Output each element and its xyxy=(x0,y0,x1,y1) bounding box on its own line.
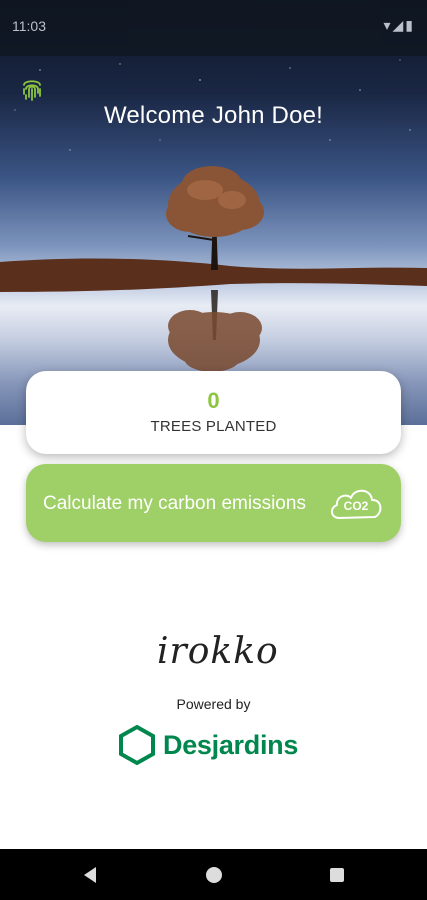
trees-planted-count: 0 xyxy=(207,388,220,413)
home-circle-icon[interactable] xyxy=(202,863,226,887)
calculate-carbon-button[interactable]: Calculate my carbon emissions CO2 xyxy=(26,464,401,542)
desjardins-logo-text: Desjardins xyxy=(163,730,299,760)
irokko-logo-text: irokko xyxy=(157,631,279,672)
calculate-carbon-label: Calculate my carbon emissions xyxy=(43,493,306,514)
hero-landscape-image xyxy=(0,59,427,372)
recents-square-icon[interactable] xyxy=(325,863,349,887)
hero-banner xyxy=(0,0,427,425)
desjardins-hexagon-icon xyxy=(119,724,155,766)
back-triangle-icon[interactable] xyxy=(78,863,102,887)
trees-planted-card: 0 TREES PLANTED xyxy=(26,371,401,454)
welcome-heading: Welcome John Doe! xyxy=(103,102,324,129)
co2-label: CO2 xyxy=(343,499,369,513)
irokko-logo: irokko xyxy=(157,617,279,679)
status-bar: 11:03 ▾◢▮ xyxy=(0,0,427,56)
desjardins-logo: Desjardins xyxy=(117,724,317,768)
status-time: 11:03 xyxy=(12,18,46,34)
powered-by-label: Powered by xyxy=(176,696,251,712)
co2-cloud-icon: CO2 xyxy=(327,482,385,524)
system-nav-bar xyxy=(0,849,427,900)
trees-planted-label: TREES PLANTED xyxy=(150,418,277,435)
fingerprint-icon[interactable] xyxy=(20,75,44,103)
app-screen: 11:03 ▾◢▮ Welcome John Doe! 0 TREES PLAN… xyxy=(0,0,427,900)
status-icons: ▾◢▮ xyxy=(383,17,415,33)
